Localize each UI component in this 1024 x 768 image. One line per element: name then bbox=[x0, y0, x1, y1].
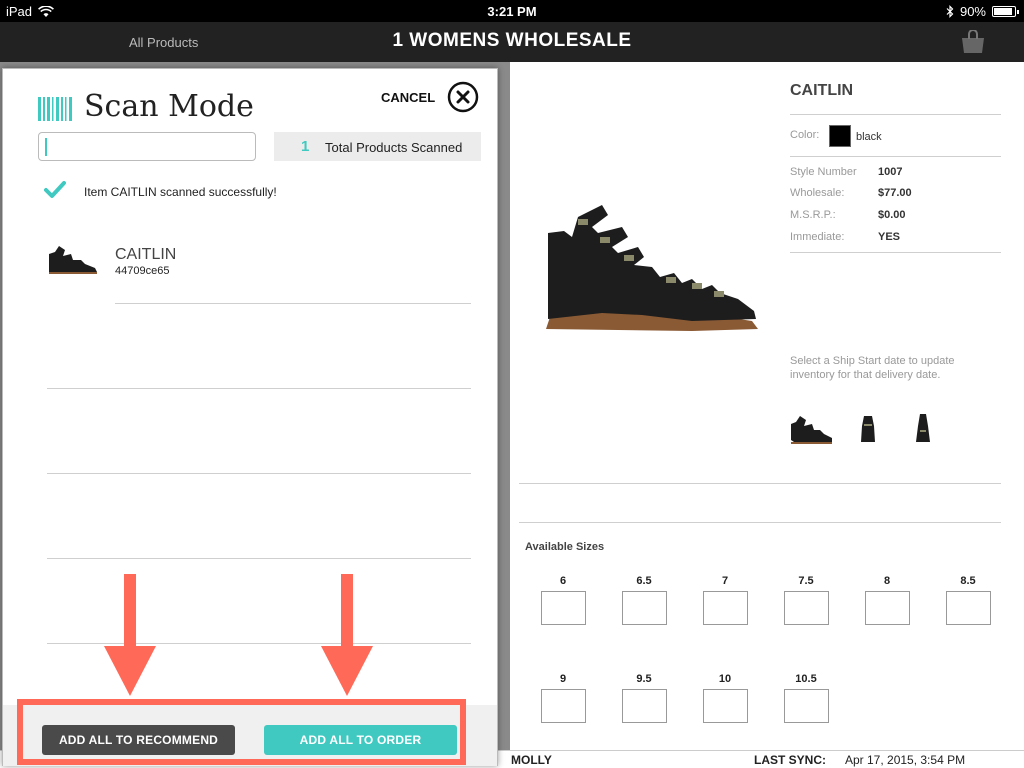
divider bbox=[790, 252, 1001, 253]
spec-row-msrp: M.S.R.P.: $0.00 bbox=[790, 209, 906, 221]
scan-input[interactable] bbox=[38, 132, 256, 161]
thumbnail-front[interactable] bbox=[858, 412, 878, 446]
status-right: 90% bbox=[946, 4, 1019, 19]
battery-icon bbox=[992, 6, 1019, 17]
color-label: Color: bbox=[790, 129, 820, 141]
size-option: 10.5 bbox=[783, 673, 829, 723]
size-label: 6 bbox=[559, 575, 567, 587]
size-quantity-input[interactable] bbox=[702, 591, 748, 625]
size-label: 9.5 bbox=[636, 673, 652, 685]
size-option: 10 bbox=[702, 673, 748, 723]
size-quantity-input[interactable] bbox=[621, 591, 667, 625]
last-sync-label: LAST SYNC: bbox=[754, 753, 826, 767]
divider bbox=[790, 156, 1001, 157]
list-divider bbox=[115, 303, 471, 304]
status-time: 3:21 PM bbox=[487, 4, 537, 19]
size-label: 8.5 bbox=[960, 575, 976, 587]
available-sizes-label: Available Sizes bbox=[525, 541, 605, 553]
list-divider bbox=[47, 388, 471, 389]
spec-row-style-number: Style Number 1007 bbox=[790, 166, 903, 178]
annotation-highlight-box bbox=[17, 699, 466, 765]
size-option: 8 bbox=[864, 575, 910, 625]
product-detail-panel: CAITLIN Color: black Style Number 1007 Wh… bbox=[510, 62, 1024, 750]
spec-row-wholesale: Wholesale: $77.00 bbox=[790, 187, 912, 199]
size-quantity-input[interactable] bbox=[945, 591, 991, 625]
annotation-arrow-right bbox=[321, 574, 373, 696]
checkmark-icon bbox=[44, 181, 66, 198]
divider bbox=[790, 114, 1001, 115]
size-label: 7.5 bbox=[798, 575, 814, 587]
list-divider bbox=[47, 473, 471, 474]
divider bbox=[519, 483, 1001, 484]
user-name: MOLLY bbox=[511, 753, 552, 767]
page-title: 1 WOMENS WHOLESALE bbox=[392, 30, 632, 51]
size-option: 7.5 bbox=[783, 575, 829, 625]
battery-percent: 90% bbox=[959, 4, 986, 19]
size-quantity-input[interactable] bbox=[783, 689, 829, 723]
thumbnail-back[interactable] bbox=[913, 412, 933, 446]
size-option: 9.5 bbox=[621, 673, 667, 723]
size-option: 6 bbox=[540, 575, 586, 625]
total-scanned-label: Total Products Scanned bbox=[325, 140, 463, 155]
thumbnail-side[interactable] bbox=[790, 412, 834, 446]
scanned-item-name[interactable]: CAITLIN bbox=[115, 246, 176, 264]
scanned-item-thumbnail bbox=[49, 246, 97, 274]
modal-title: Scan Mode bbox=[84, 89, 254, 124]
text-cursor bbox=[45, 138, 47, 156]
cancel-button[interactable]: CANCEL bbox=[381, 90, 435, 105]
annotation-arrow-left bbox=[104, 574, 156, 696]
size-label: 10.5 bbox=[795, 673, 817, 685]
size-label: 9 bbox=[559, 673, 567, 685]
scan-mode-modal: Scan Mode CANCEL 1 Total Products Scanne… bbox=[2, 68, 498, 766]
scanned-item-code: 44709ce65 bbox=[115, 265, 170, 277]
size-option: 9 bbox=[540, 673, 586, 723]
size-option: 8.5 bbox=[945, 575, 991, 625]
size-label: 8 bbox=[883, 575, 891, 587]
size-quantity-input[interactable] bbox=[864, 591, 910, 625]
size-quantity-input[interactable] bbox=[621, 689, 667, 723]
scan-success-message: Item CAITLIN scanned successfully! bbox=[84, 185, 277, 199]
size-quantity-input[interactable] bbox=[702, 689, 748, 723]
size-quantity-input[interactable] bbox=[783, 591, 829, 625]
status-bar: iPad 3:21 PM 90% bbox=[0, 0, 1024, 22]
list-divider bbox=[47, 558, 471, 559]
spec-row-immediate: Immediate: YES bbox=[790, 231, 901, 243]
color-swatch[interactable] bbox=[829, 125, 851, 147]
size-label: 7 bbox=[721, 575, 729, 587]
product-name: CAITLIN bbox=[790, 82, 854, 99]
shopping-bag-icon[interactable] bbox=[960, 30, 986, 54]
bluetooth-icon bbox=[946, 5, 954, 18]
size-label: 6.5 bbox=[636, 575, 652, 587]
close-icon[interactable] bbox=[447, 81, 479, 113]
size-option: 7 bbox=[702, 575, 748, 625]
total-scanned-box: 1 Total Products Scanned bbox=[274, 132, 481, 161]
size-quantity-input[interactable] bbox=[540, 689, 586, 723]
size-quantity-input[interactable] bbox=[540, 591, 586, 625]
ship-start-note: Select a Ship Start date to update inven… bbox=[790, 355, 955, 381]
product-main-image bbox=[546, 205, 758, 331]
last-sync-value: Apr 17, 2015, 3:54 PM bbox=[845, 753, 966, 767]
total-scanned-count: 1 bbox=[301, 138, 310, 155]
size-option: 6.5 bbox=[621, 575, 667, 625]
nav-bar: All Products 1 WOMENS WHOLESALE bbox=[0, 22, 1024, 62]
barcode-icon bbox=[38, 97, 72, 121]
color-value: black bbox=[856, 131, 882, 143]
divider bbox=[519, 522, 1001, 523]
size-label: 10 bbox=[718, 673, 732, 685]
